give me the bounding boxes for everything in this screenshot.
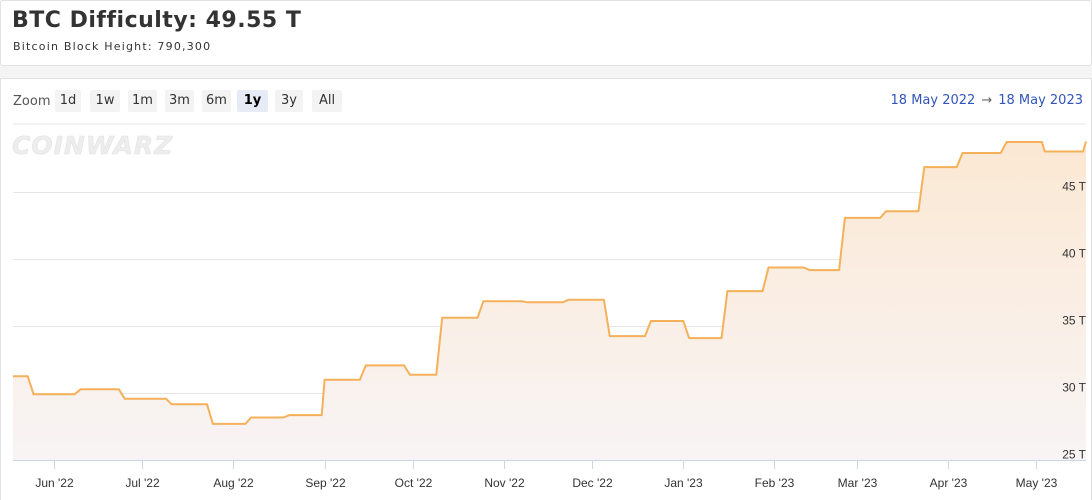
x-tick-label: Jun '22 xyxy=(35,476,74,490)
coinwarz-watermark: COINWARZ xyxy=(12,131,173,160)
x-tick-label: Jul '22 xyxy=(125,476,160,490)
x-axis: Jun '22 Jul '22 Aug '22 Sep '22 Oct '22 Nov '… xyxy=(13,460,1086,490)
y-tick-label: 30 T xyxy=(1062,381,1086,395)
x-tick-label: Nov '22 xyxy=(484,476,525,490)
x-tick-label: Mar '23 xyxy=(838,476,878,490)
y-tick-label: 25 T xyxy=(1062,448,1086,462)
y-tick-label: 35 T xyxy=(1062,314,1086,328)
x-tick-label: Oct '22 xyxy=(395,476,433,490)
difficulty-area xyxy=(13,141,1086,460)
y-tick-label: 40 T xyxy=(1062,247,1086,261)
x-tick-label: Apr '23 xyxy=(930,476,968,490)
x-tick-label: Feb '23 xyxy=(755,476,795,490)
x-tick-label: Sep '22 xyxy=(305,476,346,490)
difficulty-chart: COINWARZ Jun '22 Jul '22 Aug '22 Sep '22 Oct… xyxy=(12,123,1087,490)
x-tick-label: Aug '22 xyxy=(213,476,254,490)
y-tick-label: 45 T xyxy=(1062,180,1086,194)
x-tick-label: Dec '22 xyxy=(572,476,613,490)
x-tick-label: May '23 xyxy=(1016,476,1058,490)
x-tick-label: Jan '23 xyxy=(664,476,703,490)
